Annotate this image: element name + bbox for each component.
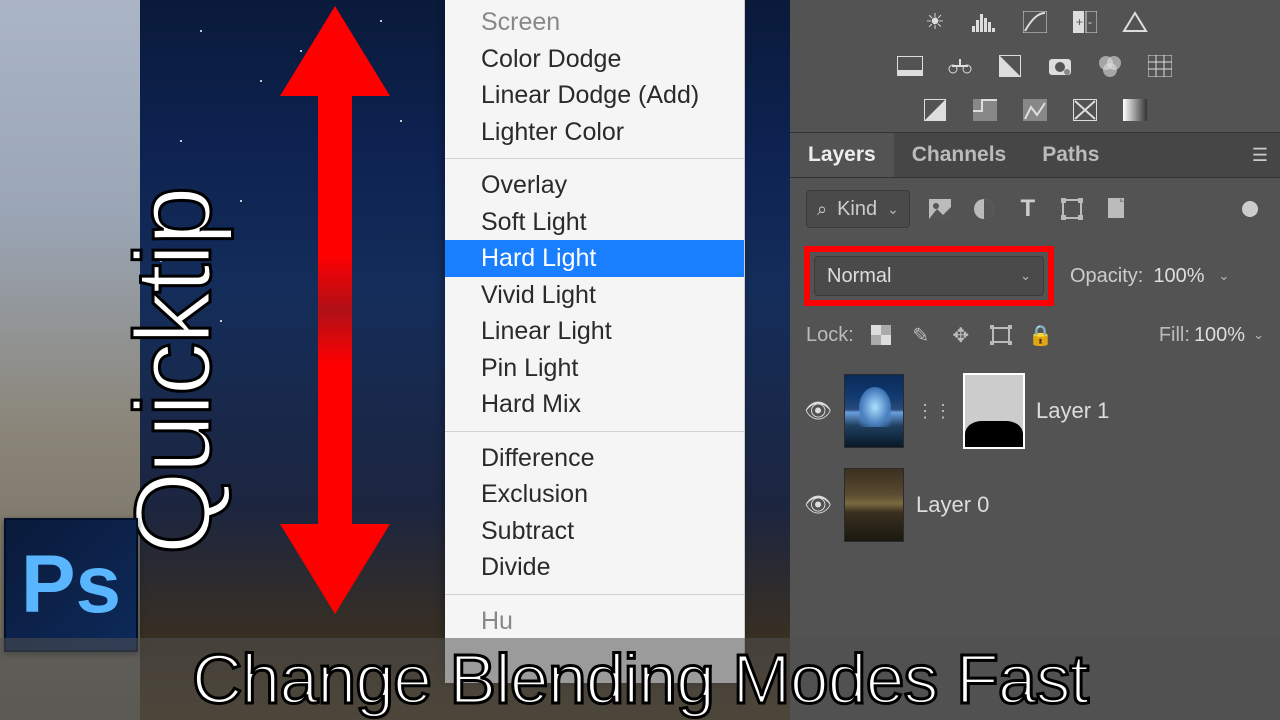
exposure-icon[interactable]: +- <box>1071 10 1099 34</box>
channel-mixer-icon[interactable] <box>1046 54 1074 78</box>
caption-bar: Change Blending Modes Fast <box>0 638 1280 720</box>
layer-thumbnail[interactable] <box>844 468 904 542</box>
menu-item-overlay[interactable]: Overlay <box>445 167 744 204</box>
visibility-icon[interactable]: 👁 <box>804 492 832 518</box>
menu-item-soft-light[interactable]: Soft Light <box>445 204 744 241</box>
annotation-arrow <box>305 10 365 610</box>
lock-label: Lock: <box>806 324 854 347</box>
filter-toggle[interactable] <box>1242 201 1258 217</box>
menu-item-subtract[interactable]: Subtract <box>445 513 744 550</box>
bw-icon[interactable] <box>996 54 1024 78</box>
filter-pixel-icon[interactable] <box>926 195 954 223</box>
layer-name[interactable]: Layer 1 <box>1036 398 1109 424</box>
opacity-label: Opacity: <box>1070 265 1143 288</box>
right-panel: ☀ +- Layers Channels Paths ☰ ⌕ Kind ⌄ T <box>790 0 1280 720</box>
threshold-icon[interactable] <box>971 98 999 122</box>
layer-row[interactable]: 👁 ⋮⋮ Layer 1 <box>790 364 1280 458</box>
posterize-icon[interactable] <box>1146 54 1174 78</box>
visibility-icon[interactable]: 👁 <box>804 398 832 424</box>
lock-artboard-icon[interactable] <box>988 322 1014 348</box>
menu-item-hue[interactable]: Hu <box>445 603 744 640</box>
tab-channels[interactable]: Channels <box>894 133 1025 177</box>
menu-item-hard-mix[interactable]: Hard Mix <box>445 386 744 423</box>
lock-transparency-icon[interactable] <box>868 322 894 348</box>
menu-item-exclusion[interactable]: Exclusion <box>445 476 744 513</box>
chevron-down-icon[interactable]: ⌄ <box>1253 327 1264 343</box>
panel-menu-icon[interactable]: ☰ <box>1238 145 1280 166</box>
levels-icon[interactable] <box>971 10 999 34</box>
panel-tabs: Layers Channels Paths ☰ <box>790 132 1280 178</box>
filter-adjustment-icon[interactable] <box>970 195 998 223</box>
filter-kind-dropdown[interactable]: ⌕ Kind ⌄ <box>806 190 910 228</box>
layer-thumbnail[interactable] <box>844 374 904 448</box>
photo-filter-icon[interactable] <box>896 54 924 78</box>
tab-layers[interactable]: Layers <box>790 133 894 177</box>
caption-text: Change Blending Modes Fast <box>192 639 1088 719</box>
fill-value[interactable]: 100% <box>1194 324 1245 347</box>
filter-kind-label: Kind <box>837 198 877 221</box>
color-balance-icon[interactable] <box>946 54 974 78</box>
menu-item-difference[interactable]: Difference <box>445 440 744 477</box>
highlight-box: Normal ⌄ <box>804 246 1054 306</box>
search-icon: ⌕ <box>817 199 827 220</box>
layer-name[interactable]: Layer 0 <box>916 492 989 518</box>
menu-item-hard-light[interactable]: Hard Light <box>445 240 744 277</box>
lock-position-icon[interactable]: ✥ <box>948 322 974 348</box>
menu-item-color-dodge[interactable]: Color Dodge <box>445 41 744 78</box>
invert-icon[interactable] <box>921 98 949 122</box>
blend-mode-menu[interactable]: Screen Color Dodge Linear Dodge (Add) Li… <box>445 0 745 683</box>
menu-item-linear-dodge[interactable]: Linear Dodge (Add) <box>445 77 744 114</box>
chevron-down-icon: ⌄ <box>887 201 899 218</box>
brightness-icon[interactable]: ☀ <box>921 10 949 34</box>
lock-pixels-icon[interactable]: ✎ <box>908 322 934 348</box>
filter-type-icon[interactable]: T <box>1014 195 1042 223</box>
svg-text:-: - <box>1088 15 1092 29</box>
color-lookup-icon[interactable] <box>1096 54 1124 78</box>
selective-color-icon[interactable] <box>1021 98 1049 122</box>
chevron-down-icon: ⌄ <box>1020 268 1031 284</box>
layer-filter-row: ⌕ Kind ⌄ T <box>790 178 1280 240</box>
layers-list: 👁 ⋮⋮ Layer 1 👁 Layer 0 <box>790 358 1280 558</box>
menu-item-vivid-light[interactable]: Vivid Light <box>445 277 744 314</box>
blend-mode-value: Normal <box>827 265 891 288</box>
filter-shape-icon[interactable] <box>1058 195 1086 223</box>
menu-item-screen[interactable]: Screen <box>445 4 744 41</box>
blend-opacity-row: Normal ⌄ Opacity: 100% ⌄ <box>790 240 1280 312</box>
layer-mask-thumbnail[interactable] <box>964 374 1024 448</box>
quicktip-title: Quicktip <box>110 189 235 555</box>
adjustment-icons-row2 <box>790 44 1280 88</box>
curves-icon[interactable] <box>1021 10 1049 34</box>
blend-mode-dropdown[interactable]: Normal ⌄ <box>814 256 1044 296</box>
link-icon[interactable]: ⋮⋮ <box>916 401 952 422</box>
lock-all-icon[interactable]: 🔒 <box>1028 322 1054 348</box>
gradient-map-icon[interactable] <box>1071 98 1099 122</box>
menu-item-linear-light[interactable]: Linear Light <box>445 313 744 350</box>
menu-item-pin-light[interactable]: Pin Light <box>445 350 744 387</box>
solid-icon[interactable] <box>1121 98 1149 122</box>
svg-text:+: + <box>1076 15 1083 29</box>
filter-smartobject-icon[interactable] <box>1102 195 1130 223</box>
menu-item-lighter-color[interactable]: Lighter Color <box>445 114 744 151</box>
adjustment-icons-row1: ☀ +- <box>790 0 1280 44</box>
tab-paths[interactable]: Paths <box>1024 133 1117 177</box>
menu-item-divide[interactable]: Divide <box>445 549 744 586</box>
lock-fill-row: Lock: ✎ ✥ 🔒 Fill: 100% ⌄ <box>790 312 1280 358</box>
chevron-down-icon[interactable]: ⌄ <box>1219 268 1230 284</box>
fill-label: Fill: <box>1159 324 1190 347</box>
photoshop-logo: Ps <box>4 518 138 652</box>
adjustment-icons-row3 <box>790 88 1280 132</box>
opacity-value[interactable]: 100% <box>1153 265 1204 288</box>
vibrance-icon[interactable] <box>1121 10 1149 34</box>
layer-row[interactable]: 👁 Layer 0 <box>790 458 1280 552</box>
